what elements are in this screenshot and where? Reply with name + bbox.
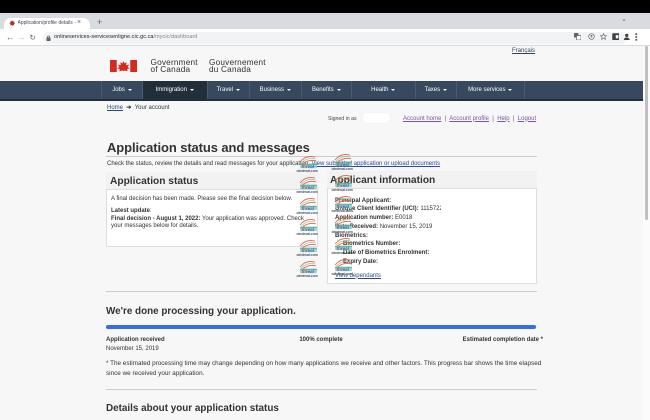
svg-text:pimlmgt.com: pimlmgt.com (297, 211, 318, 214)
svg-text:pimlmgt.com: pimlmgt.com (332, 272, 353, 275)
svg-text:pimlmgt.com: pimlmgt.com (297, 190, 318, 193)
svg-text:pimlmgt.com: pimlmgt.com (332, 167, 353, 170)
svg-text:pimlmgt.com: pimlmgt.com (297, 253, 318, 256)
svg-text:pimlmgt.com: pimlmgt.com (332, 209, 353, 212)
svg-text:pimlmgt.com: pimlmgt.com (332, 251, 353, 254)
svg-text:pimlmgt.com: pimlmgt.com (332, 230, 353, 233)
svg-text:pimlmgt.com: pimlmgt.com (332, 188, 353, 191)
svg-text:pimlmgt.com: pimlmgt.com (297, 274, 318, 277)
svg-text:pimlmgt.com: pimlmgt.com (297, 169, 318, 172)
svg-text:pimlmgt.com: pimlmgt.com (297, 232, 318, 235)
